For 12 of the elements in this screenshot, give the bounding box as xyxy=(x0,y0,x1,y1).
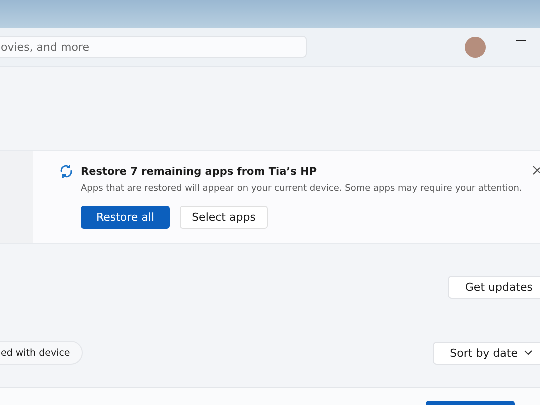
sync-icon xyxy=(59,164,74,179)
close-icon[interactable] xyxy=(533,166,540,175)
avatar[interactable] xyxy=(465,36,486,58)
restore-all-button[interactable]: Restore all xyxy=(81,206,170,229)
chevron-down-icon xyxy=(524,350,533,356)
get-updates-button[interactable]: Get updates xyxy=(448,276,540,299)
banner-title: Restore 7 remaining apps from Tia’s HP xyxy=(81,166,318,178)
select-apps-button[interactable]: Select apps xyxy=(180,206,268,229)
filter-chip[interactable]: ed with device xyxy=(0,341,84,365)
sort-dropdown[interactable]: Sort by date xyxy=(433,342,540,364)
banner-description: Apps that are restored will appear on your current device. Some apps may require your attention. xyxy=(81,184,524,194)
search-field[interactable]: ovies, and more xyxy=(0,36,307,58)
